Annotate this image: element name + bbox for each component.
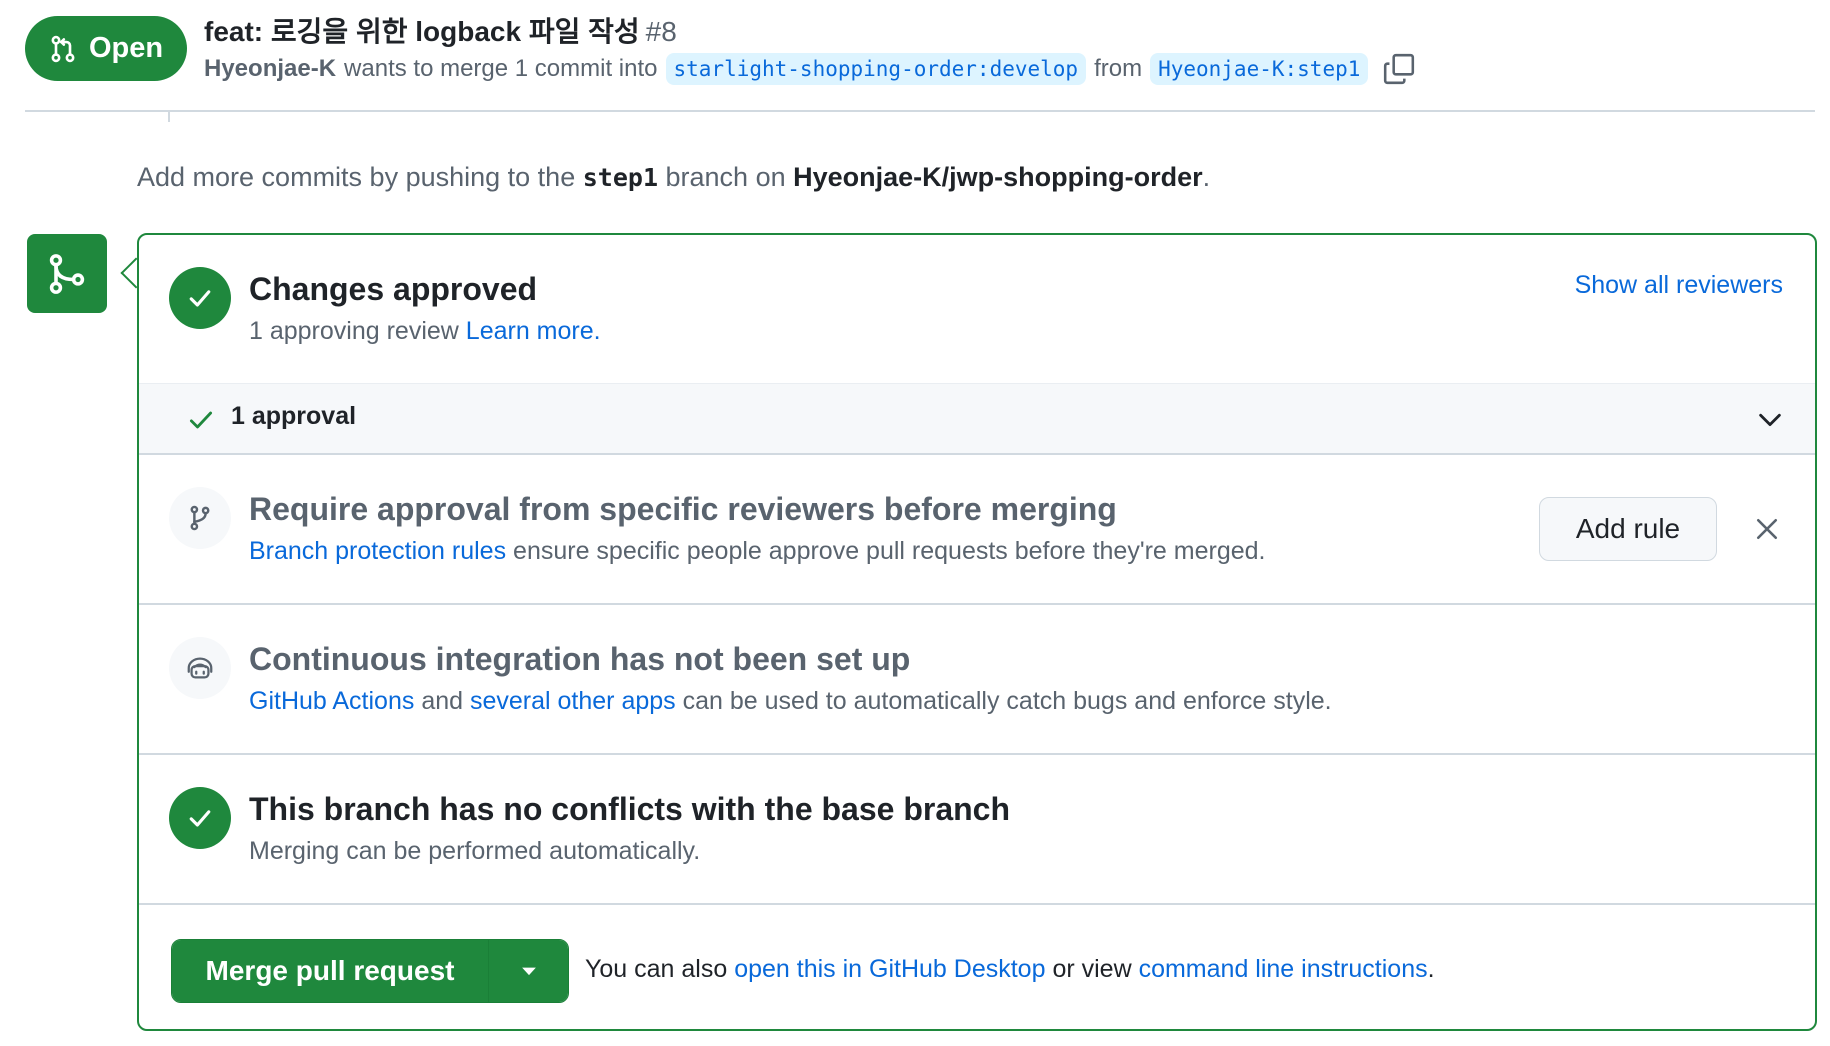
pr-number: #8: [645, 16, 677, 47]
push-hint: Add more commits by pushing to the step1…: [137, 162, 1210, 193]
copy-icon[interactable]: [1382, 52, 1416, 86]
meta-text: wants to merge 1 commit into: [344, 55, 658, 82]
no-conflicts-title: This branch has no conflicts with the ba…: [249, 791, 1011, 827]
hint-prefix: Add more commits by pushing to the: [137, 162, 576, 192]
merge-hint: You can also open this in GitHub Desktop…: [585, 955, 1435, 984]
triangle-down-icon: [521, 967, 536, 976]
pr-meta: Hyeonjae-K wants to merge 1 commit into …: [204, 52, 1416, 86]
tab-divider: [25, 110, 1815, 112]
author-link[interactable]: Hyeonjae-K: [204, 55, 336, 83]
ci-title: Continuous integration has not been set …: [249, 641, 911, 677]
merge-button-group: Merge pull request: [171, 939, 569, 1003]
review-section: Changes approved 1 approving review Lear…: [139, 235, 1815, 383]
rule-subtitle: Branch protection rules ensure specific …: [249, 537, 1266, 566]
tab-stub: [25, 110, 170, 122]
pr-header: Open feat: 로깅을 위한 logback 파일 작성 #8 Hyeonj…: [0, 0, 1830, 122]
github-desktop-link[interactable]: open this in GitHub Desktop: [734, 955, 1045, 983]
base-branch[interactable]: starlight-shopping-order:develop: [665, 53, 1087, 85]
check-icon: [189, 810, 211, 827]
command-line-link[interactable]: command line instructions: [1139, 955, 1428, 983]
review-subtitle: 1 approving review Learn more.: [249, 317, 601, 346]
head-branch[interactable]: Hyeonjae-K:step1: [1150, 53, 1369, 85]
chevron-down-icon[interactable]: [1755, 404, 1785, 434]
branch-icon-circle: [169, 487, 231, 549]
changes-approved-title: Changes approved: [249, 271, 538, 307]
merge-hint-middle: or view: [1052, 955, 1132, 983]
ci-and-text: and: [421, 687, 464, 715]
no-conflicts-subtitle: Merging can be performed automatically.: [249, 837, 701, 865]
merge-options-dropdown[interactable]: [488, 940, 568, 1002]
hint-middle: branch on: [665, 162, 786, 192]
hint-branch: step1: [582, 163, 658, 192]
check-icon: [189, 290, 211, 307]
merge-hint-suffix: .: [1427, 955, 1435, 983]
hint-suffix: .: [1202, 162, 1211, 192]
git-merge-icon: [49, 253, 85, 294]
pr-title: feat: 로깅을 위한 logback 파일 작성 #8: [204, 10, 677, 50]
ci-text: can be used to automatically catch bugs …: [682, 687, 1332, 715]
close-icon[interactable]: [1753, 515, 1781, 543]
from-text: from: [1094, 55, 1143, 82]
ci-icon-circle: [169, 637, 231, 699]
approval-count: 1 approval: [231, 402, 357, 430]
require-approval-title: Require approval from specific reviewers…: [249, 491, 1117, 527]
copilot-icon: [187, 657, 213, 679]
check-icon: [189, 411, 213, 429]
approving-review-text: 1 approving review: [249, 317, 459, 345]
conflicts-section: This branch has no conflicts with the ba…: [139, 755, 1815, 905]
pull-request-icon: [51, 35, 75, 62]
show-all-reviewers-link[interactable]: Show all reviewers: [1575, 271, 1783, 300]
state-open-badge: Open: [25, 16, 187, 81]
pr-title-text: feat: 로깅을 위한 logback 파일 작성: [204, 16, 640, 47]
no-conflicts-check-circle: [169, 787, 231, 849]
hint-repo: Hyeonjae-K/jwp-shopping-order: [793, 162, 1203, 192]
merge-status-icon: [27, 234, 107, 313]
branch-rule-section: Require approval from specific reviewers…: [139, 455, 1815, 605]
merge-pull-request-button[interactable]: Merge pull request: [172, 940, 488, 1002]
approval-summary-row[interactable]: 1 approval: [139, 383, 1815, 455]
other-apps-link[interactable]: several other apps: [470, 687, 676, 715]
branch-protection-link[interactable]: Branch protection rules: [249, 537, 506, 565]
ci-subtitle: GitHub Actions and several other apps ca…: [249, 687, 1332, 716]
ci-section: Continuous integration has not been set …: [139, 605, 1815, 755]
approved-check-circle: [169, 267, 231, 329]
rule-text: ensure specific people approve pull requ…: [513, 537, 1266, 565]
merge-actions: Merge pull request You can also open thi…: [139, 905, 1815, 1031]
add-rule-button[interactable]: Add rule: [1539, 497, 1717, 561]
merge-hint-prefix: You can also: [585, 955, 728, 983]
github-actions-link[interactable]: GitHub Actions: [249, 687, 414, 715]
git-branch-icon: [190, 505, 210, 531]
merge-box: Changes approved 1 approving review Lear…: [137, 233, 1817, 1031]
learn-more-link[interactable]: Learn more.: [466, 317, 601, 345]
state-label: Open: [88, 32, 164, 64]
